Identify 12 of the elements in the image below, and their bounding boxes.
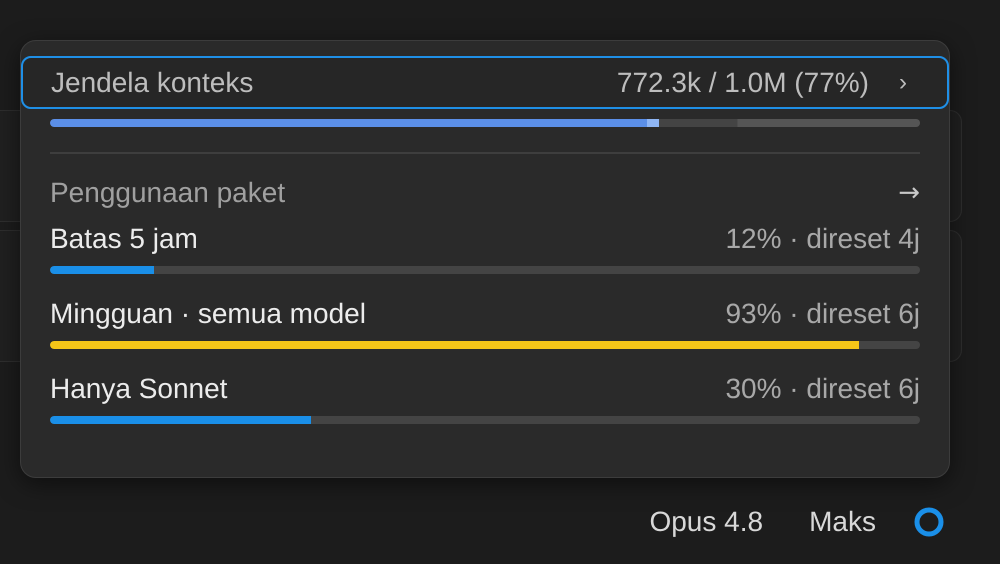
limit-label: Batas 5 jam bbox=[50, 223, 198, 255]
limit-reading: 30% · direset 6j bbox=[725, 373, 920, 405]
model-selector[interactable]: Opus 4.8 bbox=[649, 506, 764, 538]
arrow-link[interactable]: → bbox=[898, 178, 920, 208]
section-title: Penggunaan paket bbox=[50, 177, 286, 209]
limit-label: Mingguan · semua model bbox=[50, 298, 366, 330]
limit-reading: 12% · direset 4j bbox=[725, 223, 920, 255]
limit-reading: 93% · direset 6j bbox=[725, 298, 920, 330]
context-window-button[interactable]: Jendela konteks 772.3k / 1.0M (77%) › bbox=[21, 56, 949, 109]
progress-ring-icon bbox=[914, 507, 944, 537]
effort-selector[interactable]: Maks bbox=[809, 506, 876, 538]
limit-label: Hanya Sonnet bbox=[50, 373, 228, 405]
